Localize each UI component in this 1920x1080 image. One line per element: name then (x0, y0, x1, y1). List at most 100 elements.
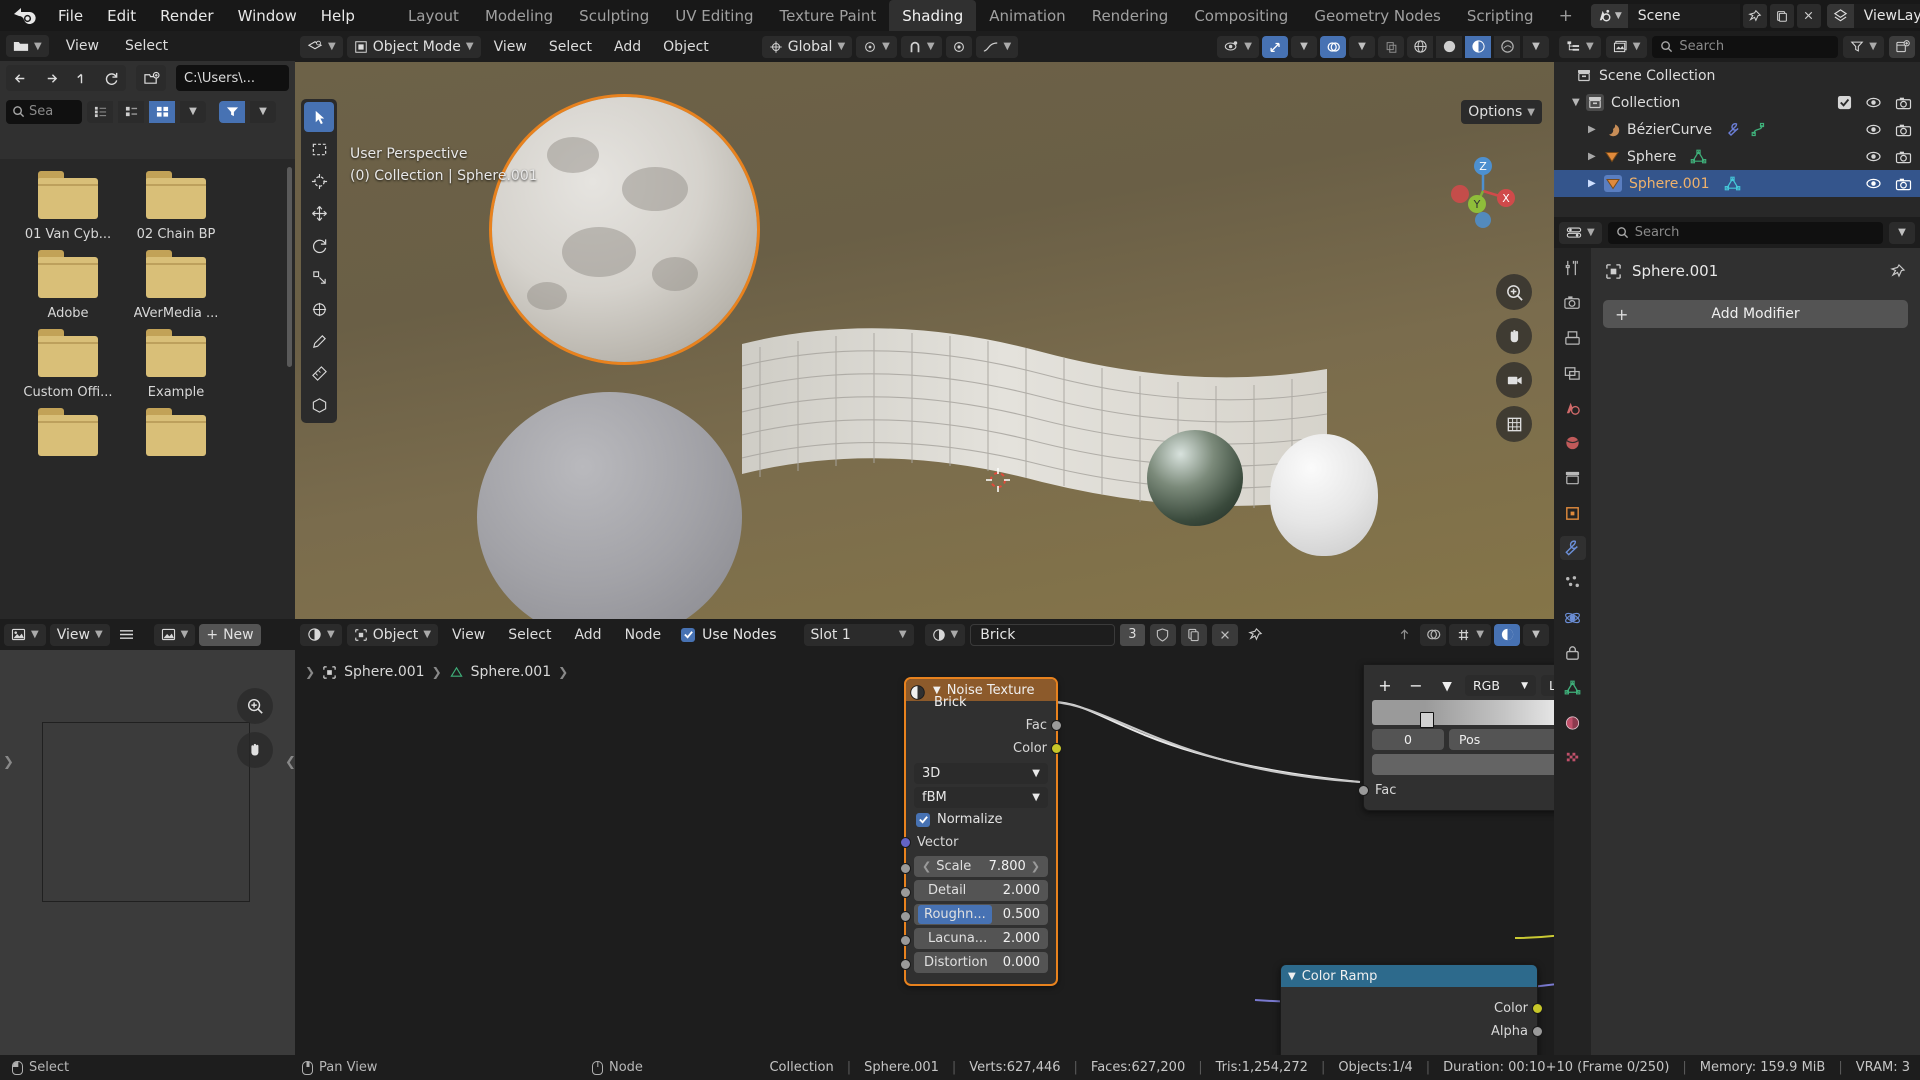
outliner-display-icon[interactable]: ▼ (1559, 36, 1601, 58)
socket-color[interactable] (1532, 1003, 1543, 1014)
unlink-material-icon[interactable] (1212, 624, 1238, 646)
mesh-data-icon[interactable] (1690, 149, 1707, 164)
node-canvas[interactable]: ❯ Sphere.001 ❯ Sphere.001 ❯ ▼ Noise Text… (295, 650, 1554, 1055)
fb-menu-view[interactable]: View (57, 35, 108, 57)
sh-menu-add[interactable]: Add (565, 624, 610, 646)
falloff-curve-icon[interactable]: ▼ (976, 36, 1019, 58)
file-item[interactable] (122, 408, 230, 456)
node-input-roughness[interactable]: Roughn... 0.500 (906, 904, 1056, 925)
outliner-row-beziercurve[interactable]: ▶ BézierCurve (1554, 116, 1920, 143)
modifier-props-icon[interactable] (1560, 536, 1586, 560)
brick-wall-object[interactable] (742, 314, 1327, 529)
eye-icon[interactable] (1865, 150, 1882, 163)
socket-color[interactable] (1051, 743, 1062, 754)
transform-tool-icon[interactable] (304, 294, 334, 324)
ramp-menu-chevron-icon[interactable]: ▼ (1434, 675, 1460, 696)
file-item[interactable] (14, 408, 122, 456)
outliner-search-input[interactable]: Search (1652, 36, 1838, 58)
use-nodes-toggle[interactable]: Use Nodes (681, 627, 776, 643)
sh-menu-select[interactable]: Select (499, 624, 560, 646)
physics-icon[interactable] (1560, 606, 1586, 630)
outliner-row-scene-collection[interactable]: Scene Collection (1554, 62, 1920, 89)
overlay-options-chevron-icon[interactable]: ▼ (1349, 36, 1375, 58)
sh-menu-view[interactable]: View (443, 624, 494, 646)
outliner-row-collection[interactable]: ▼ Collection (1554, 89, 1920, 116)
camera-icon[interactable] (1496, 362, 1532, 398)
image-view-menu[interactable]: View ▼ (50, 624, 110, 646)
transform-orientation-dropdown[interactable]: Global ▼ (762, 36, 852, 58)
scene-selector[interactable]: ▼ Scene (1591, 4, 1740, 28)
tab-layout[interactable]: Layout (395, 0, 472, 31)
file-item[interactable]: Adobe (14, 250, 122, 321)
normalize-checkbox-row[interactable]: Normalize (916, 812, 1046, 827)
file-item[interactable]: Example (122, 329, 230, 400)
tweak-tool-icon[interactable] (304, 102, 334, 132)
node-input-lacunarity[interactable]: Lacuna... 2.000 (906, 928, 1056, 949)
funnel-icon[interactable]: ▼ (1843, 36, 1884, 58)
viewlayer-selector[interactable]: ViewLayer (1827, 4, 1920, 28)
rendered-icon[interactable] (1494, 36, 1520, 58)
solid-icon[interactable] (1436, 36, 1462, 58)
zoom-icon[interactable] (1496, 274, 1532, 310)
outliner-row-sphere-001[interactable]: ▶ Sphere.001 (1554, 170, 1920, 197)
overlays-icon[interactable] (1320, 36, 1346, 58)
shading-chevron-icon[interactable]: ▼ (1523, 624, 1549, 646)
file-item[interactable]: 02 Chain BP (122, 171, 230, 242)
vp-menu-add[interactable]: Add (605, 36, 650, 58)
use-nodes-checkbox[interactable] (681, 628, 695, 642)
ramp-gradient-strip[interactable] (1372, 700, 1554, 725)
viewlayer-props-icon[interactable] (1560, 361, 1586, 385)
material-props-icon[interactable] (1560, 711, 1586, 735)
world-icon[interactable] (1560, 431, 1586, 455)
new-material-icon[interactable] (1181, 624, 1207, 646)
moon-sphere-object[interactable] (492, 97, 757, 362)
material-preview-icon[interactable] (1494, 624, 1520, 646)
menu-edit[interactable]: Edit (95, 4, 148, 28)
filter-options-chevron-icon[interactable]: ▼ (250, 101, 276, 123)
arrow-right-icon[interactable] (36, 65, 66, 91)
ramp-stop-index[interactable]: 0 (1372, 729, 1444, 750)
proportional-edit-icon[interactable] (946, 36, 972, 58)
menu-window[interactable]: Window (226, 4, 309, 28)
file-item[interactable]: AVerMedia ... (122, 250, 230, 321)
normalize-checkbox[interactable] (916, 813, 930, 827)
pin-icon[interactable] (1890, 263, 1906, 279)
material-preview-icon[interactable] (1465, 36, 1491, 58)
path-field[interactable]: C:\Users\... (176, 65, 289, 91)
tab-sculpting[interactable]: Sculpting (566, 0, 662, 31)
image-canvas[interactable]: ❯ ❮ (0, 650, 295, 1055)
ramp-stop-handle[interactable] (1420, 712, 1434, 728)
viewport-options-button[interactable]: Options ▼ (1461, 100, 1542, 124)
curve-object-icon[interactable] (1751, 122, 1767, 137)
ramp-remove-button[interactable]: − (1403, 675, 1429, 696)
properties-options-chevron-icon[interactable]: ▼ (1889, 222, 1915, 244)
camera-render-icon[interactable] (1895, 123, 1912, 137)
horizontal-list-icon[interactable] (118, 101, 144, 123)
node-color-ramp-bottom[interactable]: ▼ Color Ramp Color Alpha + − ▼ RGB▼ (1280, 964, 1538, 1055)
eye-icon[interactable] (1865, 96, 1882, 109)
shading-options-chevron-icon[interactable]: ▼ (1523, 36, 1549, 58)
ramp-color-swatch[interactable] (1372, 754, 1554, 775)
increment-arrow-icon[interactable]: ❯ (1031, 860, 1040, 873)
add-workspace-button[interactable]: + (1547, 2, 1585, 30)
camera-render-icon[interactable] (1895, 96, 1912, 110)
fake-user-shield-icon[interactable] (1150, 624, 1176, 646)
navigation-gizmo[interactable]: X Z Y (1444, 152, 1522, 230)
gizmo-options-chevron-icon[interactable]: ▼ (1291, 36, 1317, 58)
node-output-color[interactable]: Color (1281, 997, 1537, 1020)
output-icon[interactable] (1560, 326, 1586, 350)
tab-shading[interactable]: Shading (889, 0, 976, 31)
thumbnail-grid-icon[interactable] (149, 101, 175, 123)
xray-icon[interactable] (1378, 36, 1404, 58)
constraints-icon[interactable] (1560, 641, 1586, 665)
new-folder-icon[interactable] (136, 65, 166, 91)
shader-editor-icon[interactable]: ▼ (300, 624, 342, 646)
particles-icon[interactable] (1560, 571, 1586, 595)
tab-compositing[interactable]: Compositing (1181, 0, 1301, 31)
file-item[interactable]: Custom Offi... (14, 329, 122, 400)
socket-distortion[interactable] (900, 959, 911, 970)
tab-modeling[interactable]: Modeling (472, 0, 566, 31)
blender-logo-icon[interactable] (10, 5, 36, 27)
node-header[interactable]: ▼ Color Ramp (1281, 965, 1537, 987)
collapse-chevron-icon[interactable]: ▼ (1288, 971, 1296, 982)
